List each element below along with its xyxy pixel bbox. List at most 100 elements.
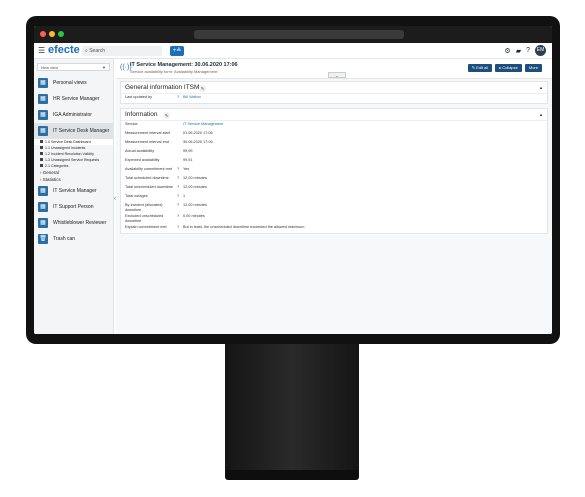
sidebar-item-label: Personal views <box>53 80 87 86</box>
role-icon: ▦ <box>38 110 48 120</box>
main-content: ((·)) IT Service Management: 30.06.2020 … <box>116 59 552 334</box>
monitor: ☰ efecte ⌕ Search +≗ ⚙ ▰ ? EM New view ▼… <box>26 16 560 344</box>
page-subtitle: Service availability form: Availability … <box>130 69 218 74</box>
more-button[interactable]: More <box>524 64 542 72</box>
view-select[interactable]: New view ▼ <box>37 63 110 71</box>
monitor-stand <box>225 344 359 476</box>
header-icons: ⚙ ▰ ? EM <box>504 45 546 56</box>
sidebar-item-it-service-manager[interactable]: ▦ IT Service Manager <box>34 183 113 199</box>
panel-title: General information ITSM <box>125 84 200 91</box>
edit-all-button[interactable]: ✎ Edit all <box>467 64 493 72</box>
sidebar-item-label: IT Support Person <box>53 204 94 210</box>
field-value: 01.06.2020 17:06 <box>183 131 213 135</box>
field-value-link[interactable]: IT Service Management <box>183 122 543 129</box>
folder-icon[interactable]: ▰ <box>516 47 521 55</box>
sidebar-item-label: IGA Administrator <box>53 112 92 118</box>
field-value: 30.06.2020 17:06 <box>183 140 213 144</box>
collapse-button[interactable]: ▸ Collapse <box>495 64 522 72</box>
sidebar-item-trash-can[interactable]: 🗑 Trash can <box>34 231 113 247</box>
address-bar[interactable] <box>194 30 404 39</box>
search-placeholder: Search <box>89 48 106 54</box>
field-value: 12,00 minutes <box>183 176 207 180</box>
trash-icon: 🗑 <box>38 234 48 244</box>
field-label: Availability commitment met <box>125 167 172 171</box>
field-label: Total unscheduled downtime <box>125 185 173 189</box>
folder-general[interactable]: › General <box>34 169 113 176</box>
avatar[interactable]: EM <box>535 45 546 56</box>
role-icon: ▦ <box>38 202 48 212</box>
field-value: 12,00 minutes <box>183 203 207 207</box>
pencil-icon[interactable]: ✎ <box>199 85 206 92</box>
subitem-label: 1.1 Unassigned Incidents <box>45 146 86 150</box>
folder-label: General <box>42 170 59 175</box>
role-icon: ▦ <box>38 126 48 136</box>
pencil-icon[interactable]: ✎ <box>163 112 170 119</box>
subitem-label: 1.3 Unassigned Service Requests <box>45 158 100 162</box>
sidebar: New view ▼ ▦ Personal views ▦ HR Service… <box>34 59 114 334</box>
role-icon: ▦ <box>38 218 48 228</box>
monitor-base <box>225 470 359 480</box>
list-icon <box>40 158 43 161</box>
field-label: Last updated by <box>125 95 153 99</box>
field-row: Explain commitment met? But in least, the… <box>121 224 547 233</box>
panel-title: Information <box>125 111 158 118</box>
field-label: By-incident (allocated) downtime <box>125 203 163 212</box>
maximize-window-icon[interactable] <box>58 31 64 37</box>
sidebar-item-whistleblower-reviewer[interactable]: ▦ Whistleblower Reviewer <box>34 215 113 231</box>
field-row: Availability commitment met? Yes <box>121 166 547 175</box>
field-label: Explain commitment met <box>125 225 167 230</box>
chevron-up-icon[interactable]: ▲ <box>539 112 543 117</box>
field-row: Excluded unscheduled downtime? 0,00 minut… <box>121 213 547 224</box>
sidebar-item-it-support-person[interactable]: ▦ IT Support Person <box>34 199 113 215</box>
sidebar-item-personal-views[interactable]: ▦ Personal views <box>34 75 113 91</box>
sidebar-item-label: IT Service Manager <box>53 188 97 194</box>
search-icon: ⌕ <box>85 48 88 54</box>
field-label: Actual availability <box>125 149 155 153</box>
chevron-up-icon[interactable]: ▲ <box>539 85 543 90</box>
sidebar-item-label: Trash can <box>53 236 76 242</box>
action-buttons: ✎ Edit all ▸ Collapse More <box>467 64 542 72</box>
folder-label: Statistics <box>42 177 61 182</box>
page-title: IT Service Management: 30.06.2020 17:06 <box>130 62 238 68</box>
settings-icon[interactable]: ⚙ <box>504 47 510 55</box>
minimize-window-icon[interactable] <box>49 31 55 37</box>
field-value: 99,99 <box>183 149 193 153</box>
folder-statistics[interactable]: › Statistics <box>34 176 113 183</box>
role-icon: ▦ <box>38 186 48 196</box>
menu-icon[interactable]: ☰ <box>38 47 45 55</box>
field-row: Total outages? 1 <box>121 193 547 202</box>
panel-header[interactable]: General information ITSM ✎ ▲ <box>121 82 547 94</box>
help-icon[interactable]: ? <box>526 47 530 54</box>
browser-chrome <box>34 26 552 43</box>
field-value-link[interactable]: Bill Walton <box>183 95 543 102</box>
field-label: Measurement interval start <box>125 131 170 135</box>
field-value: But in least, the unscheduled downtime e… <box>183 225 305 230</box>
general-information-panel: General information ITSM ✎ ▲ Last update… <box>120 81 548 104</box>
sidebar-item-label: IT Service Desk Manager <box>53 128 110 134</box>
expand-header-button[interactable]: ⌄ <box>328 72 346 78</box>
sidebar-item-label: Whistleblower Reviewer <box>53 220 107 226</box>
panel-header[interactable]: Information ✎ ▲ <box>121 109 547 121</box>
subitem-label: 1.2 Incident Resolution Validity <box>45 152 94 156</box>
field-value: 0,00 minutes <box>183 214 205 219</box>
search-input[interactable]: ⌕ Search <box>82 46 162 56</box>
field-label: Service <box>125 122 138 126</box>
add-button[interactable]: +≗ <box>170 46 184 56</box>
field-label: Excluded unscheduled downtime <box>125 214 164 223</box>
dashboard-icon <box>40 140 43 143</box>
sidebar-item-hr-service-manager[interactable]: ▦ HR Service Manager <box>34 91 113 107</box>
field-row: Measurement interval end 30.06.2020 17:06 <box>121 139 547 148</box>
sidebar-item-it-service-desk-manager[interactable]: ▦ IT Service Desk Manager <box>34 123 113 139</box>
field-label: Measurement interval end <box>125 140 169 144</box>
close-window-icon[interactable] <box>40 31 46 37</box>
list-icon <box>40 146 43 149</box>
sidebar-item-iga-administrator[interactable]: ▦ IGA Administrator <box>34 107 113 123</box>
field-value: 12,00 minutes <box>183 185 207 189</box>
title-bar: ((·)) IT Service Management: 30.06.2020 … <box>116 59 552 79</box>
field-row: Actual availability 99,99 <box>121 148 547 157</box>
information-panel: Information ✎ ▲ Service IT Service Manage… <box>120 108 548 235</box>
sidebar-item-label: HR Service Manager <box>53 96 100 102</box>
field-row: Total scheduled downtime? 12,00 minutes <box>121 175 547 184</box>
views-icon: ▦ <box>38 78 48 88</box>
field-row: Total unscheduled downtime? 12,00 minutes <box>121 184 547 193</box>
